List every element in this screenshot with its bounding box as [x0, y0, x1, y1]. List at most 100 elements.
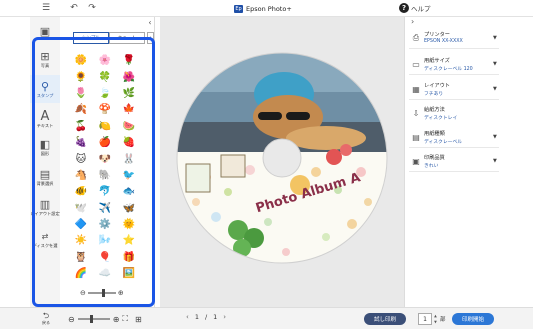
pager: ‹ 1 / 1 › [186, 313, 226, 321]
zoom-slider[interactable] [87, 289, 116, 297]
print-button[interactable]: 印刷開始 [452, 313, 494, 325]
next-page-icon[interactable]: › [223, 313, 226, 321]
hamburger-icon[interactable]: ☰ [40, 2, 52, 14]
undo-icon[interactable]: ↶ [68, 2, 80, 14]
nav-stamp[interactable]: ⚲ スタンプ [30, 75, 60, 103]
stamp-item[interactable]: 🍂 [69, 102, 93, 118]
setting-paper-type[interactable]: ▤ 用紙種類 ディスクレーベル ▼ [409, 128, 499, 148]
stamp-item[interactable]: 🎈 [93, 250, 117, 266]
stamp-item[interactable]: ✈️ [93, 201, 117, 217]
stamp-item[interactable]: 🌷 [69, 86, 93, 102]
nav-shape[interactable]: ◧ 図形 [30, 133, 60, 161]
zoom-out-icon[interactable]: ⊖ [80, 289, 86, 297]
zoom-slider[interactable] [77, 315, 110, 323]
test-print-button[interactable]: 試し印刷 [364, 313, 406, 325]
paper-feed-icon: ⇩ [412, 108, 420, 118]
copies-input[interactable]: 1 [418, 313, 432, 325]
stamp-item[interactable]: 🦉 [69, 250, 93, 266]
stamp-item[interactable]: ☁️ [93, 266, 117, 282]
stamp-item[interactable]: 🕊️ [69, 201, 93, 217]
stamp-item[interactable]: 🌻 [69, 69, 93, 85]
nav-text[interactable]: A テキスト [30, 105, 60, 133]
nav-disc-select[interactable]: ⇄ ディスクを選 [30, 225, 60, 253]
stamp-item[interactable]: 🌞 [117, 217, 141, 233]
stamp-item[interactable]: 🐠 [69, 184, 93, 200]
stamp-item[interactable]: 🍉 [117, 119, 141, 135]
stamp-item[interactable]: 🖼️ [117, 266, 141, 282]
stamp-item[interactable]: 🌺 [117, 69, 141, 85]
stamp-item[interactable]: 🍋 [93, 119, 117, 135]
zoom-in-icon[interactable]: ⊕ [118, 289, 124, 297]
background-icon: ▤ [39, 167, 51, 181]
print-quality-icon: ▣ [412, 156, 420, 166]
stamp-item[interactable]: 🍓 [117, 135, 141, 151]
stamp-item[interactable]: 🐶 [93, 151, 117, 167]
stamp-item[interactable]: 🐟 [117, 184, 141, 200]
stamp-item[interactable]: 🐰 [117, 151, 141, 167]
chevron-down-icon: ▼ [493, 158, 497, 164]
stamp-item[interactable]: 🍃 [93, 86, 117, 102]
stamp-item[interactable]: 🐦 [117, 168, 141, 184]
stamp-item[interactable]: ☀️ [69, 233, 93, 249]
chevron-down-icon: ▼ [493, 86, 497, 92]
stamp-item[interactable]: 🍄 [93, 102, 117, 118]
nav-background[interactable]: ▤ 背景選択 [30, 163, 60, 191]
zoom-out-icon[interactable]: ⊖ [68, 315, 75, 324]
stamp-item[interactable]: 🐘 [93, 168, 117, 184]
panel-collapse-icon[interactable]: ‹ [146, 17, 154, 27]
stamp-item[interactable]: 🔷 [69, 217, 93, 233]
setting-name: 用紙種類 [424, 131, 445, 137]
stamp-item[interactable]: 🌹 [117, 53, 141, 69]
nav-photo-top[interactable]: ▣ [30, 17, 60, 45]
stamp-item[interactable]: 🌈 [69, 266, 93, 282]
redo-icon[interactable]: ↷ [86, 2, 98, 14]
stamp-item[interactable]: 🐴 [69, 168, 93, 184]
nav-label: テキスト [36, 122, 54, 128]
zoom-slider-handle[interactable] [101, 289, 105, 297]
tab-scroll-icon[interactable]: › [147, 32, 154, 44]
zoom-slider-handle[interactable] [89, 315, 93, 323]
nav-layout[interactable]: ▥ レイアウト設定 [30, 193, 60, 221]
stamp-item[interactable]: 🦋 [117, 201, 141, 217]
fit-screen-icon[interactable]: ⛶ [122, 314, 128, 324]
stamp-item[interactable]: ⭐ [117, 233, 141, 249]
zoom-in-icon[interactable]: ⊕ [113, 315, 120, 324]
stamp-item[interactable]: 🍀 [93, 69, 117, 85]
nav-photo[interactable]: ⊞ 写真 [30, 45, 60, 73]
setting-paper-size[interactable]: ▭ 用紙サイズ ディスクレーベル 120 ▼ [409, 55, 499, 75]
stamp-item[interactable]: 🍇 [69, 135, 93, 151]
stamp-item[interactable]: 🌼 [69, 53, 93, 69]
back-icon: ⮌ [42, 311, 50, 320]
stamp-icon: ⚲ [40, 79, 50, 93]
tab-simple[interactable]: シンプル [73, 32, 109, 44]
setting-printer[interactable]: ⎙ プリンター EPSON XX-XXXX ▼ [409, 29, 499, 49]
stamp-item[interactable]: 🍒 [69, 119, 93, 135]
setting-value: ディスクレーベル [424, 140, 463, 145]
stamp-item[interactable]: 🐬 [93, 184, 117, 200]
setting-name: 給紙方法 [424, 107, 445, 113]
page-total: 1 [213, 313, 218, 321]
stamp-item[interactable]: 🍁 [117, 102, 141, 118]
prev-page-icon[interactable]: ‹ [186, 313, 189, 321]
disc-preview[interactable]: Photo Album A [176, 52, 388, 264]
settings-collapse-icon[interactable]: › [411, 17, 414, 26]
stamp-item[interactable]: 🌸 [93, 53, 117, 69]
stamp-item[interactable]: 🍎 [93, 135, 117, 151]
stamp-item[interactable]: 🌿 [117, 86, 141, 102]
setting-layout[interactable]: ▦ レイアウト フチあり ▼ [409, 80, 499, 100]
setting-print-quality[interactable]: ▣ 印刷品質 きれい ▼ [409, 152, 499, 172]
stamp-item[interactable]: 🐱 [69, 151, 93, 167]
setting-value: EPSON XX-XXXX [424, 39, 463, 44]
grid-icon[interactable]: ⊞ [135, 315, 142, 324]
nav-label: ディスクを選 [32, 242, 58, 248]
copies-stepper[interactable]: ▲ ▼ [433, 313, 438, 325]
stamp-item[interactable]: 🌬️ [93, 233, 117, 249]
stamp-item[interactable]: ⚙️ [93, 217, 117, 233]
canvas-zoom: ⊖ ⊕ ⛶ ⊞ [68, 314, 142, 324]
back-button[interactable]: ⮌ 戻る [34, 310, 58, 328]
setting-name: プリンター [424, 32, 450, 38]
stamp-item[interactable]: 🎁 [117, 250, 141, 266]
help-button[interactable]: ? ヘルプ [399, 3, 431, 13]
tab-cute[interactable]: キュート [109, 32, 145, 44]
disc-artwork [176, 52, 388, 264]
